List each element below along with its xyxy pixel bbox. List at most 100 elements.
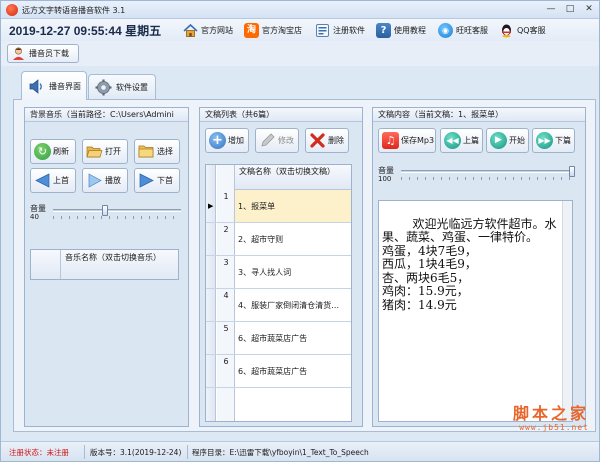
- save-mp3-button[interactable]: ♫ 保存Mp3: [378, 128, 436, 153]
- open-folder-icon: [86, 143, 103, 160]
- script-row[interactable]: 5 6、超市蔬菜店广告: [206, 322, 351, 355]
- save-mp3-label: 保存Mp3: [401, 136, 435, 145]
- music-list-grid[interactable]: 音乐名称（双击切换音乐）: [30, 249, 179, 280]
- next-script-button[interactable]: ▶▶ 下篇: [532, 128, 575, 153]
- taobao-store-link[interactable]: 淘 官方淘宝店: [244, 21, 302, 39]
- window-title: 远方文字转语音播音软件 3.1: [22, 6, 126, 15]
- refresh-button[interactable]: ↻ 刷新: [30, 139, 76, 164]
- taobao-store-label: 官方淘宝店: [262, 25, 302, 35]
- close-button[interactable]: ✕: [582, 3, 596, 16]
- script-row-number: 1: [223, 192, 229, 201]
- music-note-icon: ♫: [382, 132, 399, 149]
- script-row-name[interactable]: 6、超市蔬菜店广告: [235, 355, 351, 387]
- start-reading-button[interactable]: ▶ 开始: [486, 128, 529, 153]
- music-panel-title: 背景音乐（当前路径：C:\Users\Admini: [25, 108, 188, 122]
- music-volume-track: [53, 209, 181, 212]
- qq-support-label: QQ客服: [517, 25, 546, 35]
- speech-volume-slider[interactable]: [569, 166, 575, 177]
- clock-weekday: 星期五: [125, 24, 162, 38]
- version-info: 版本号：3.1(2019-12-24): [90, 448, 182, 457]
- home-icon: [183, 23, 198, 38]
- edit-script-label: 修改: [278, 136, 294, 145]
- script-row[interactable]: ▶ 1 1、报菜单: [206, 190, 351, 223]
- select-folder-button[interactable]: 选择: [134, 139, 180, 164]
- script-row-name[interactable]: 2、超市守则: [235, 223, 351, 255]
- music-volume-slider[interactable]: [102, 205, 108, 216]
- next-track-label: 下首: [157, 176, 173, 185]
- secondary-toolbar: 播音员下载: [1, 41, 599, 66]
- status-bar: 注册状态：未注册 版本号：3.1(2019-12-24) 程序目录：E:\迅雷下…: [1, 441, 599, 461]
- top-toolbar: 2019-12-27 09:55:44 星期五 官方网站 淘 官方淘宝店 注册软…: [1, 19, 599, 41]
- script-row[interactable]: 3 3、寻人找人词: [206, 256, 351, 289]
- script-row-name[interactable]: 6、超市蔬菜店广告: [235, 322, 351, 354]
- edit-script-button[interactable]: 修改: [255, 128, 299, 153]
- script-content-panel: 文稿内容（当前文稿：1、报菜单） ♫ 保存Mp3 ◀◀ 上篇 ▶ 开始 ▶▶ 下…: [372, 107, 586, 427]
- user-icon: [11, 46, 26, 61]
- music-volume-label: 音量: [30, 204, 46, 213]
- tutorial-link[interactable]: ? 使用教程: [376, 21, 426, 39]
- script-row-name[interactable]: 4、服装厂家倒闭清仓清货…: [235, 289, 351, 321]
- app-window: 远方文字转语音播音软件 3.1 — □ ✕ 2019-12-27 09:55:4…: [0, 0, 600, 462]
- wangwang-icon: ◉: [438, 22, 453, 38]
- maximize-button[interactable]: □: [563, 3, 577, 16]
- previous-script-label: 上篇: [463, 136, 479, 145]
- play-music-button[interactable]: 播放: [82, 168, 128, 193]
- clock-datetime: 2019-12-27 09:55:44: [9, 24, 122, 38]
- delete-script-button[interactable]: 删除: [305, 128, 349, 153]
- script-row[interactable]: 4 4、服装厂家倒闭清仓清货…: [206, 289, 351, 322]
- script-text[interactable]: 欢迎光临远方软件超市。水果、蔬菜、鸡蛋、一律特价。 鸡蛋，4块7毛9， 西瓜，1…: [382, 217, 557, 312]
- help-icon: ?: [376, 22, 391, 38]
- script-list-grid[interactable]: 文稿名称（双击切换文稿） ▶ 1 1、报菜单 2 2、超市守则 3 3、寻人找人…: [205, 164, 352, 422]
- rewind-icon: ◀◀: [444, 132, 461, 149]
- start-reading-label: 开始: [509, 136, 525, 145]
- script-name-column-header[interactable]: 文稿名称（双击切换文稿）: [235, 165, 351, 190]
- taobao-icon: 淘: [244, 22, 259, 38]
- content-panel-title: 文稿内容（当前文稿：1、报菜单）: [373, 108, 585, 122]
- register-software-link[interactable]: 注册软件: [315, 21, 365, 39]
- fast-forward-icon: ▶▶: [536, 132, 553, 149]
- script-text-scrollbar[interactable]: [562, 201, 572, 421]
- next-track-button[interactable]: 下首: [134, 168, 180, 193]
- tutorial-label: 使用教程: [394, 25, 426, 35]
- app-logo-icon: [6, 4, 18, 16]
- current-row-indicator-icon: ▶: [208, 202, 214, 210]
- add-script-button[interactable]: + 增加: [205, 128, 249, 153]
- announcer-download-label: 播音员下载: [29, 49, 69, 58]
- refresh-label: 刷新: [53, 147, 69, 156]
- announcer-download-button[interactable]: 播音员下载: [7, 44, 79, 63]
- script-row[interactable]: 2 2、超市守则: [206, 223, 351, 256]
- next-icon: [138, 172, 155, 189]
- open-file-button[interactable]: 打开: [82, 139, 128, 164]
- script-row-number: 6: [223, 357, 229, 366]
- wangwang-support-link[interactable]: ◉ 旺旺客服: [438, 21, 488, 39]
- official-website-link[interactable]: 官方网站: [183, 21, 233, 39]
- script-row[interactable]: 6 6、超市蔬菜店广告: [206, 355, 351, 388]
- open-file-label: 打开: [105, 147, 121, 156]
- tab-strip: 播音界面 软件设置: [13, 71, 599, 100]
- tab-settings[interactable]: 软件设置: [88, 74, 156, 100]
- script-row-name[interactable]: 3、寻人找人词: [235, 256, 351, 288]
- script-text-editor[interactable]: 欢迎光临远方软件超市。水果、蔬菜、鸡蛋、一律特价。 鸡蛋，4块7毛9， 西瓜，1…: [378, 200, 573, 422]
- tab-broadcast[interactable]: 播音界面: [21, 71, 87, 100]
- music-name-column-header[interactable]: 音乐名称（双击切换音乐）: [61, 250, 178, 279]
- previous-track-button[interactable]: 上首: [30, 168, 76, 193]
- previous-script-button[interactable]: ◀◀ 上篇: [440, 128, 483, 153]
- delete-script-label: 删除: [328, 136, 344, 145]
- tab-broadcast-label: 播音界面: [49, 81, 81, 91]
- title-bar: 远方文字转语音播音软件 3.1 — □ ✕: [1, 1, 599, 19]
- edit-icon: [259, 132, 276, 149]
- delete-icon: [309, 132, 326, 149]
- speech-volume-label: 音量: [378, 166, 394, 175]
- add-script-label: 增加: [228, 136, 244, 145]
- broadcast-tab-content: 背景音乐（当前路径：C:\Users\Admini ↻ 刷新 打开 选择 上首 …: [13, 99, 596, 432]
- script-row-name[interactable]: 1、报菜单: [235, 190, 351, 222]
- register-software-label: 注册软件: [333, 25, 365, 35]
- clock-display: 2019-12-27 09:55:44 星期五: [9, 22, 161, 39]
- minimize-button[interactable]: —: [544, 3, 558, 16]
- script-row-number: 4: [223, 291, 229, 300]
- qq-support-link[interactable]: QQ客服: [499, 21, 546, 39]
- gear-icon: [95, 79, 112, 96]
- speech-volume-value: 100: [378, 175, 392, 183]
- select-folder-icon: [138, 143, 155, 160]
- music-volume-value: 40: [30, 213, 39, 221]
